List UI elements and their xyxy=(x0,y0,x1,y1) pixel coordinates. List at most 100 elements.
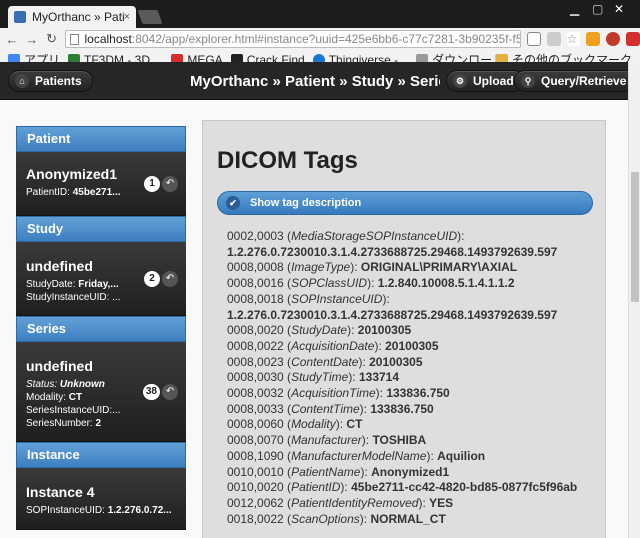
bookmark-star-icon[interactable]: ☆ xyxy=(566,32,581,46)
dicom-tag-row: 0008,0022 (AcquisitionDate): 20100305 xyxy=(227,338,439,353)
tag-id: 0010,0020 ( xyxy=(227,480,292,495)
url-path: :8042/app/explorer.html#instance?uuid=42… xyxy=(131,32,520,46)
scrollbar[interactable] xyxy=(628,62,640,538)
tag-name: PatientIdentityRemoved xyxy=(291,495,419,510)
study-uid-line: StudyInstanceUID: ... xyxy=(26,292,121,303)
toggle-label: Show tag description xyxy=(250,197,362,209)
app-header: ⌂ Patients MyOrthanc » Patient » Study »… xyxy=(0,62,638,100)
tag-name: ContentTime xyxy=(291,401,360,416)
sidebar: Patient Anonymized1 PatientID: 45be271..… xyxy=(16,126,186,530)
maximize-icon[interactable]: ▢ xyxy=(592,2,603,16)
tag-value: Anonymized1 xyxy=(371,464,450,479)
dicom-tag-row: 0012,0062 (PatientIdentityRemoved): YES xyxy=(227,495,454,510)
tag-id: 0008,0018 ( xyxy=(227,291,292,306)
instance-uid-line: SOPInstanceUID: 1.2.276.0.72... xyxy=(26,505,172,516)
instance-title: Instance 4 xyxy=(26,484,95,500)
tag-name: SOPClassUID xyxy=(291,276,368,291)
instance-item[interactable]: Instance 4 SOPInstanceUID: 1.2.276.0.72.… xyxy=(16,468,186,530)
search-icon[interactable] xyxy=(526,32,541,46)
upload-label: Upload xyxy=(473,74,514,88)
tag-value: 20100305 xyxy=(385,338,439,353)
upload-button[interactable]: ⚙ Upload xyxy=(446,70,525,92)
tag-name: Manufacturer xyxy=(291,433,362,448)
dicom-tag-row: 0008,0032 (AcquisitionTime): 133836.750 xyxy=(227,386,450,401)
series-item[interactable]: undefined Status: Unknown Modality: CT S… xyxy=(16,342,186,442)
tag-name: PatientID xyxy=(291,480,341,495)
tag-value: 133714 xyxy=(358,370,400,385)
reload-icon[interactable]: ↻ xyxy=(44,31,60,47)
menu-icon[interactable] xyxy=(626,32,640,46)
browser-tab-strip: MyOrthanc » Pati × ▁ ▢ ✕ xyxy=(0,0,640,28)
dicom-tag-row: 0008,0018 (SOPInstanceUID): 1.2.276.0.72… xyxy=(227,291,558,322)
search-icon: ⚲ xyxy=(521,74,535,88)
url-host: localhost xyxy=(84,32,132,46)
dicom-tag-list: 0002,0003 (MediaStorageSOPInstanceUID): … xyxy=(227,229,599,527)
dicom-tag-row: 0018,0022 (ScanOptions): NORMAL_CT xyxy=(227,511,446,526)
tag-value: 133836.750 xyxy=(386,386,450,401)
page-icon xyxy=(70,34,80,45)
home-icon: ⌂ xyxy=(15,74,29,88)
tag-id: 0012,0062 ( xyxy=(227,495,292,510)
tag-value: 20100305 xyxy=(357,323,412,338)
ublock-icon[interactable] xyxy=(606,32,621,46)
series-number-line: SeriesNumber: 2 xyxy=(26,418,102,429)
dicom-tags-heading: DICOM Tags xyxy=(217,147,358,174)
tag-id: 0008,1090 ( xyxy=(227,448,292,463)
series-status-line: Status: Unknown xyxy=(26,379,105,390)
tag-value: 45be2711-cc42-4820-bd85-0877fc5f96ab xyxy=(351,480,578,495)
forward-icon[interactable]: → xyxy=(24,32,40,47)
scrollbar-thumb[interactable] xyxy=(631,172,639,302)
series-uid-line: SeriesInstanceUID:... xyxy=(26,405,121,416)
address-bar[interactable]: localhost:8042/app/explorer.html#instanc… xyxy=(65,30,521,48)
patients-button[interactable]: ⌂ Patients xyxy=(8,70,93,92)
tag-id: 0008,0060 ( xyxy=(227,417,292,432)
series-heading: Series xyxy=(16,316,186,342)
tag-value: 1.2.276.0.7230010.3.1.4.2733688725.29468… xyxy=(227,244,558,259)
dicom-tag-row: 0008,0020 (StudyDate): 20100305 xyxy=(227,323,412,338)
tag-id: 0008,0030 ( xyxy=(227,370,292,385)
minimize-icon[interactable]: ▁ xyxy=(570,2,579,16)
query-retrieve-button[interactable]: ⚲ Query/Retrieve xyxy=(514,70,638,92)
study-date-line: StudyDate: Friday,... xyxy=(26,279,119,290)
extension-icon[interactable] xyxy=(586,32,601,46)
dicom-tag-row: 0008,0008 (ImageType): ORIGINAL\PRIMARY\… xyxy=(227,260,518,275)
study-item[interactable]: undefined StudyDate: Friday,... StudyIns… xyxy=(16,242,186,316)
tag-id: 0008,0032 ( xyxy=(227,386,292,401)
back-arrow-icon[interactable]: ↶ xyxy=(162,383,178,400)
show-tag-description-toggle[interactable]: ✔ Show tag description xyxy=(217,191,593,215)
tag-id: 0008,0016 ( xyxy=(227,276,292,291)
tag-id: 0008,0022 ( xyxy=(227,338,292,353)
back-arrow-icon[interactable]: ↶ xyxy=(162,270,178,287)
tab-title: MyOrthanc » Pati xyxy=(32,10,124,24)
browser-toolbar: ← → ↻ localhost:8042/app/explorer.html#i… xyxy=(0,28,640,50)
tag-value: ORIGINAL\PRIMARY\AXIAL xyxy=(360,260,518,275)
dicom-tag-row: 0002,0003 (MediaStorageSOPInstanceUID): … xyxy=(227,229,558,259)
tag-name: ManufacturerModelName xyxy=(291,448,427,463)
tag-name: AcquisitionDate xyxy=(291,338,375,353)
back-arrow-icon[interactable]: ↶ xyxy=(162,175,178,192)
tag-name: PatientName xyxy=(291,464,361,479)
new-tab-button[interactable] xyxy=(137,10,163,24)
tag-name: ContentDate xyxy=(291,354,359,369)
tag-name: StudyTime xyxy=(291,370,349,385)
gear-icon: ⚙ xyxy=(453,74,467,88)
tab-close-icon[interactable]: × xyxy=(124,11,130,23)
tag-id: 0010,0010 ( xyxy=(227,464,292,479)
dicom-tags-panel: DICOM Tags ✔ Show tag description 0002,0… xyxy=(202,120,606,538)
patient-heading: Patient xyxy=(16,126,186,152)
dicom-tag-row: 0008,0070 (Manufacturer): TOSHIBA xyxy=(227,433,427,448)
tag-id: 0018,0022 ( xyxy=(227,511,292,526)
tag-value: Aquilion xyxy=(437,448,486,463)
close-window-icon[interactable]: ✕ xyxy=(614,2,624,16)
dicom-tag-row: 0008,0033 (ContentTime): 133836.750 xyxy=(227,401,434,416)
orthanc-favicon-icon xyxy=(14,11,26,23)
browser-tab[interactable]: MyOrthanc » Pati × xyxy=(8,6,136,28)
back-icon[interactable]: ← xyxy=(4,32,20,47)
tag-value: 133836.750 xyxy=(370,401,434,416)
checkmark-icon: ✔ xyxy=(226,196,240,210)
patient-item[interactable]: Anonymized1 PatientID: 45be271... 1 ↶ xyxy=(16,152,186,216)
translate-icon[interactable] xyxy=(546,32,561,46)
tag-value: TOSHIBA xyxy=(372,433,427,448)
dicom-tag-row: 0010,0020 (PatientID): 45be2711-cc42-482… xyxy=(227,480,578,495)
tag-name: SOPInstanceUID xyxy=(291,291,383,306)
